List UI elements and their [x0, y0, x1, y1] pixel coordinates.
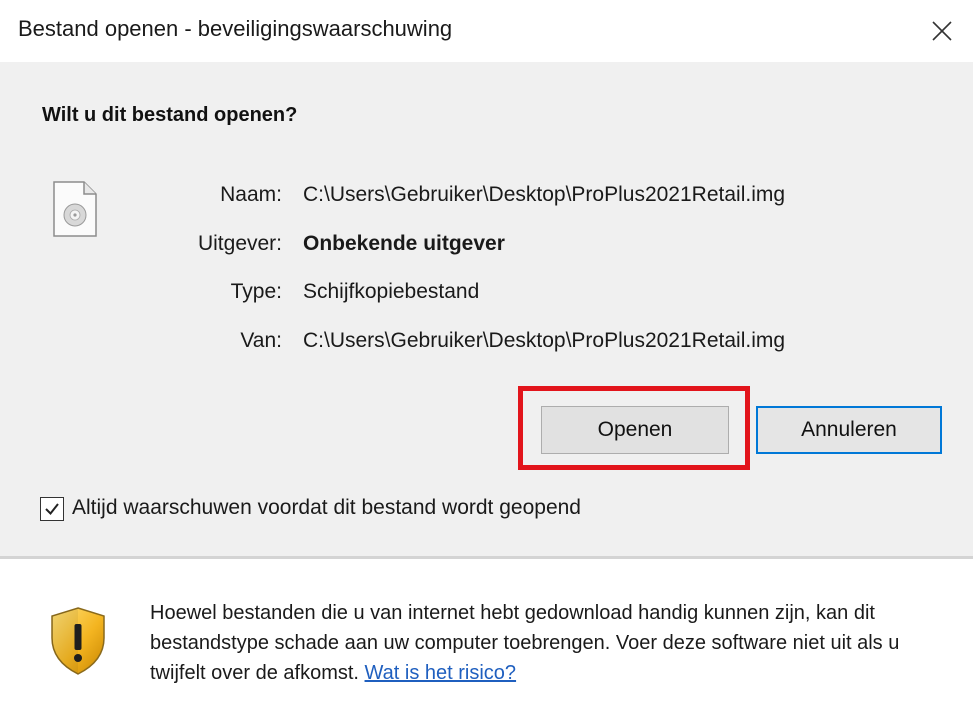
- name-value: C:\Users\Gebruiker\Desktop\ProPlus2021Re…: [303, 183, 786, 206]
- divider: [0, 556, 973, 559]
- type-label: Type:: [230, 280, 282, 303]
- publisher-value: Onbekende uitgever: [303, 232, 505, 255]
- checkmark-icon: [45, 503, 59, 516]
- always-warn-label[interactable]: Altijd waarschuwen voordat dit bestand w…: [72, 496, 581, 520]
- publisher-label: Uitgever:: [197, 232, 282, 255]
- risk-link[interactable]: Wat is het risico?: [365, 662, 517, 684]
- name-label: Naam:: [220, 183, 282, 206]
- type-value: Schijfkopiebestand: [303, 280, 480, 303]
- warning-message: Hoewel bestanden die u van internet hebt…: [150, 598, 955, 688]
- always-warn-checkbox[interactable]: [40, 497, 64, 521]
- title-bar: Bestand openen - beveiligingswaarschuwin…: [0, 0, 973, 62]
- warning-text: Hoewel bestanden die u van internet hebt…: [150, 602, 900, 684]
- cancel-button[interactable]: Annuleren: [756, 406, 942, 454]
- from-value: C:\Users\Gebruiker\Desktop\ProPlus2021Re…: [303, 329, 786, 352]
- window-title: Bestand openen - beveiligingswaarschuwin…: [18, 16, 453, 41]
- from-label: Van:: [240, 329, 282, 352]
- warning-shield-icon: [51, 607, 105, 675]
- dialog-heading: Wilt u dit bestand openen?: [42, 104, 298, 126]
- dialog-body: [0, 62, 973, 558]
- close-button[interactable]: [911, 0, 973, 62]
- open-button[interactable]: Openen: [541, 406, 729, 454]
- close-icon: [932, 21, 952, 41]
